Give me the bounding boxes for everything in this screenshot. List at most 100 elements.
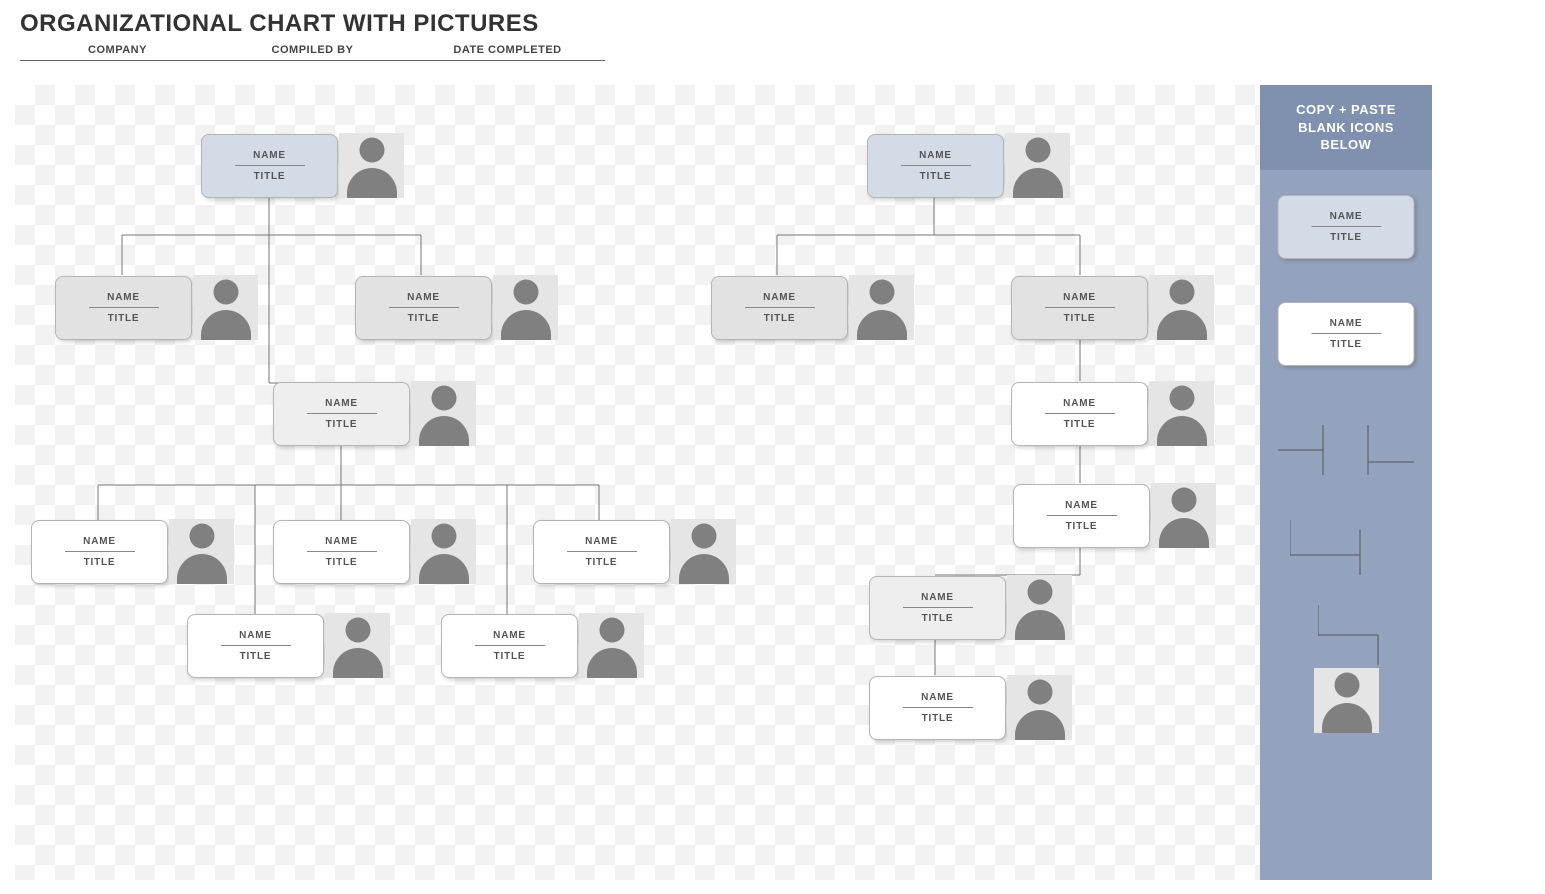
person-name: NAME [1047,500,1117,516]
sidebar-heading: COPY + PASTE BLANK ICONS BELOW [1260,85,1432,170]
person-card[interactable]: NAME TITLE [201,134,338,198]
right-l1b-node[interactable]: NAME TITLE [1011,275,1214,340]
avatar-icon [1007,675,1072,740]
person-name: NAME [903,692,973,708]
avatar-icon [849,275,914,340]
person-name: NAME [903,592,973,608]
right-l4-node[interactable]: NAME TITLE [869,575,1072,640]
avatar-icon [1007,575,1072,640]
connector-icon[interactable] [1278,425,1414,475]
meta-row: COMPANY COMPILED BY DATE COMPLETED [0,44,1545,61]
person-title: TITLE [1064,414,1096,430]
person-card[interactable]: NAME TITLE [711,276,848,340]
avatar-icon [1005,133,1070,198]
sidebar-heading-l3: BELOW [1321,137,1372,152]
sidebar-heading-l2: BLANK ICONS [1298,120,1394,135]
right-l5-node[interactable]: NAME TITLE [869,675,1072,740]
person-card[interactable]: NAME TITLE [55,276,192,340]
sidebar-heading-l1: COPY + PASTE [1296,102,1396,117]
person-card[interactable]: NAME TITLE [31,520,168,584]
page-title: ORGANIZATIONAL CHART WITH PICTURES [0,0,1545,44]
right-l2-node[interactable]: NAME TITLE [1011,381,1214,446]
person-title: TITLE [494,646,526,662]
person-name: NAME [745,292,815,308]
sample-avatar[interactable] [1313,668,1379,733]
person-name: NAME [1045,398,1115,414]
avatar-icon [339,133,404,198]
left-l2-node[interactable]: NAME TITLE [273,381,476,446]
left-l4a-node[interactable]: NAME TITLE [187,613,390,678]
right-l3-node[interactable]: NAME TITLE [1013,483,1216,548]
avatar-icon [493,275,558,340]
person-name: NAME [389,292,459,308]
person-card[interactable]: NAME TITLE [1011,276,1148,340]
left-root-node[interactable]: NAME TITLE [201,133,404,198]
right-root-node[interactable]: NAME TITLE [867,133,1070,198]
person-title: TITLE [108,308,140,324]
person-card[interactable]: NAME TITLE [1011,382,1148,446]
person-card[interactable]: NAME TITLE [273,382,410,446]
person-card[interactable]: NAME TITLE [187,614,324,678]
person-title: TITLE [920,166,952,182]
person-title: TITLE [408,308,440,324]
connector-icon[interactable] [1290,520,1402,575]
person-title: TITLE [586,552,618,568]
left-l1b-node[interactable]: NAME TITLE [355,275,558,340]
person-title: TITLE [1064,308,1096,324]
avatar-icon [1149,275,1214,340]
person-title: TITLE [922,608,954,624]
person-card[interactable]: NAME TITLE [869,576,1006,640]
person-card[interactable]: NAME TITLE [869,676,1006,740]
person-title: TITLE [326,414,358,430]
person-title: TITLE [1066,516,1098,532]
person-name: NAME [235,150,305,166]
avatar-icon [671,519,736,584]
avatar-icon [411,519,476,584]
person-title: TITLE [1330,334,1362,350]
person-name: NAME [475,630,545,646]
person-name: NAME [221,630,291,646]
left-l3b-node[interactable]: NAME TITLE [273,519,476,584]
person-name: NAME [307,536,377,552]
meta-company[interactable]: COMPANY [20,44,215,61]
person-name: NAME [901,150,971,166]
person-title: TITLE [326,552,358,568]
person-card[interactable]: NAME TITLE [1278,302,1415,366]
person-card[interactable]: NAME TITLE [273,520,410,584]
person-title: TITLE [1330,227,1362,243]
person-card[interactable]: NAME TITLE [1013,484,1150,548]
avatar-icon [1149,381,1214,446]
left-l3c-node[interactable]: NAME TITLE [533,519,736,584]
org-chart-canvas[interactable]: NAME TITLE NAME TITLE NAME TITLE NAME TI… [15,85,1260,880]
person-title: TITLE [84,552,116,568]
avatar-icon [193,275,258,340]
person-card[interactable]: NAME TITLE [867,134,1004,198]
person-name: NAME [1311,318,1381,334]
left-l3a-node[interactable]: NAME TITLE [31,519,234,584]
person-name: NAME [65,536,135,552]
person-title: TITLE [240,646,272,662]
avatar-icon [1314,668,1379,733]
person-card[interactable]: NAME TITLE [1278,195,1415,259]
sample-blue-card[interactable]: NAME TITLE [1278,195,1415,259]
sample-white-card[interactable]: NAME TITLE [1278,302,1415,366]
sidebar: COPY + PASTE BLANK ICONS BELOW NAME TITL… [1260,85,1432,880]
avatar-icon [1151,483,1216,548]
person-name: NAME [567,536,637,552]
person-card[interactable]: NAME TITLE [355,276,492,340]
person-card[interactable]: NAME TITLE [533,520,670,584]
avatar-icon [169,519,234,584]
left-l4b-node[interactable]: NAME TITLE [441,613,644,678]
person-card[interactable]: NAME TITLE [441,614,578,678]
avatar-icon [579,613,644,678]
person-name: NAME [89,292,159,308]
right-l1a-node[interactable]: NAME TITLE [711,275,914,340]
person-name: NAME [1045,292,1115,308]
meta-date[interactable]: DATE COMPLETED [410,44,605,61]
person-title: TITLE [764,308,796,324]
connector-icon[interactable] [1318,605,1398,665]
person-name: NAME [1311,211,1381,227]
left-l1a-node[interactable]: NAME TITLE [55,275,258,340]
meta-compiled[interactable]: COMPILED BY [215,44,410,61]
avatar-icon [325,613,390,678]
